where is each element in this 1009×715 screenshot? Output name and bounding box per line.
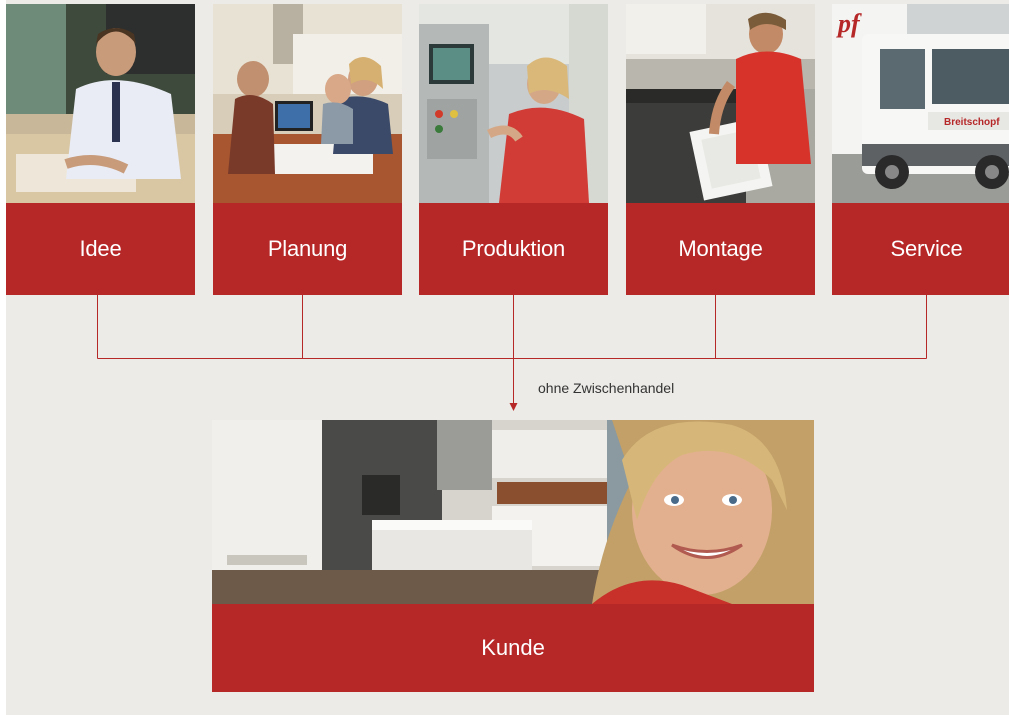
flow-note: ohne Zwischenhandel [538, 380, 675, 396]
kitchen-and-smiling-woman-photo [212, 420, 814, 604]
result-label: Kunde [212, 604, 814, 692]
result-card-kunde: Kunde [212, 420, 814, 692]
arrow-down-icon [509, 403, 518, 411]
